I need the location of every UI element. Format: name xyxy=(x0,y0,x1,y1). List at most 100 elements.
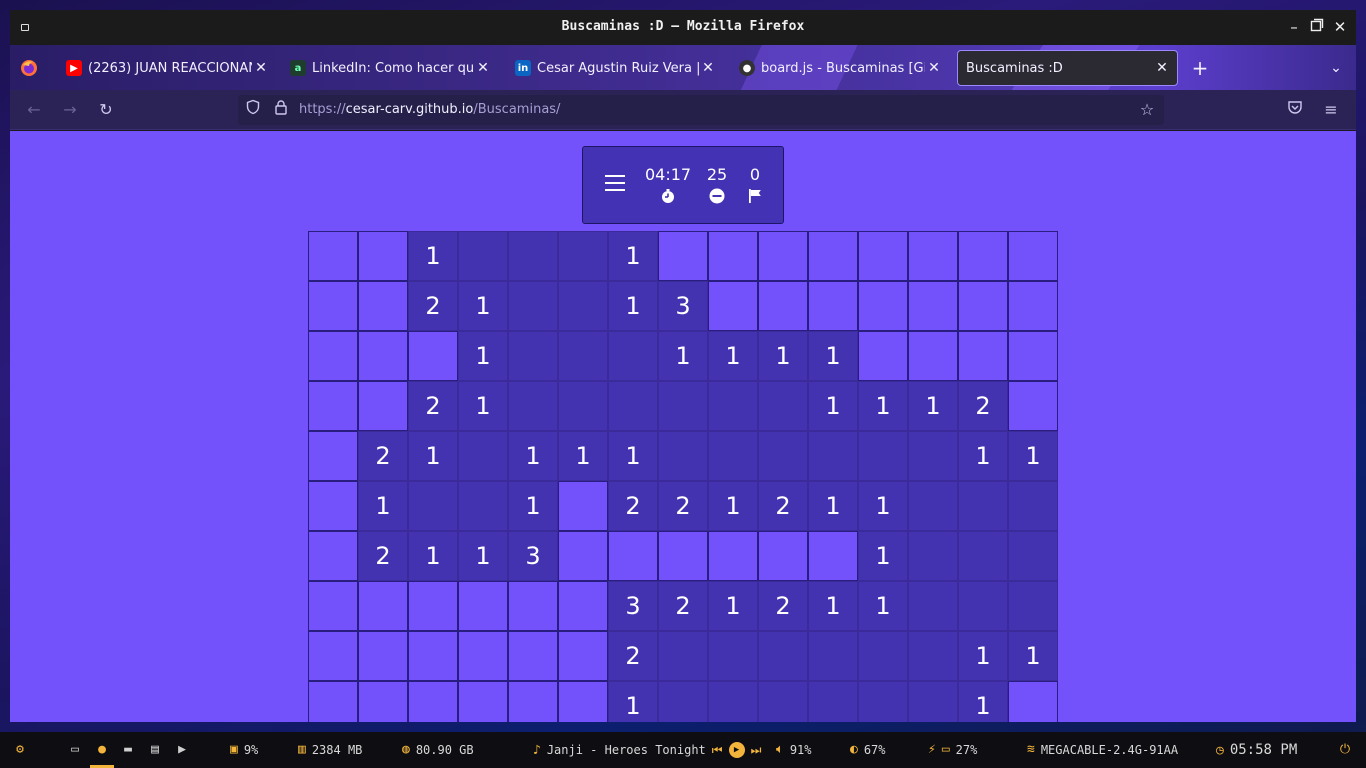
power-icon[interactable]: ⏻ xyxy=(1336,741,1354,759)
previous-track-icon[interactable]: ⏮ xyxy=(712,743,723,758)
board-cell[interactable] xyxy=(308,231,358,281)
board-cell[interactable] xyxy=(508,631,558,681)
video-icon[interactable]: ▶ xyxy=(173,741,191,759)
close-tab-icon[interactable]: ✕ xyxy=(476,60,490,76)
board-cell[interactable] xyxy=(858,331,908,381)
play-icon[interactable]: ▶ xyxy=(728,742,745,758)
board-cell[interactable] xyxy=(558,631,608,681)
board-cell[interactable] xyxy=(908,281,958,331)
volume-status[interactable]: 🔈︎ 91% xyxy=(776,742,812,757)
next-track-icon[interactable]: ⏭ xyxy=(751,743,762,758)
board-cell[interactable] xyxy=(958,281,1008,331)
tab-linkedin-post[interactable]: a LinkedIn: Como hacer que tu p ✕ xyxy=(290,50,490,86)
close-tab-icon[interactable]: ✕ xyxy=(701,60,715,76)
board-cell[interactable] xyxy=(358,631,408,681)
board-cell[interactable] xyxy=(708,281,758,331)
board-cell[interactable] xyxy=(308,431,358,481)
close-window-icon[interactable]: ✕ xyxy=(1330,17,1350,37)
music-player[interactable]: ♪ Janji - Heroes Tonight ⏮ ▶ ⏭ xyxy=(533,742,761,758)
board-cell[interactable] xyxy=(958,231,1008,281)
board-cell[interactable] xyxy=(858,281,908,331)
hamburger-menu-icon[interactable]: ≡ xyxy=(1320,99,1342,121)
board-cell[interactable] xyxy=(808,281,858,331)
board-cell[interactable] xyxy=(308,381,358,431)
board-cell[interactable] xyxy=(308,581,358,631)
close-tab-icon[interactable]: ✕ xyxy=(254,60,268,76)
tab-buscaminas[interactable]: Buscaminas :D ✕ xyxy=(957,50,1178,86)
firefox-menu-icon[interactable] xyxy=(20,50,42,86)
board-cell[interactable] xyxy=(408,631,458,681)
board-cell[interactable] xyxy=(308,681,358,722)
new-tab-icon[interactable]: + xyxy=(1190,50,1210,86)
firefox-icon[interactable]: ● xyxy=(93,741,111,759)
board-cell[interactable] xyxy=(458,631,508,681)
board-cell[interactable] xyxy=(808,231,858,281)
folder-icon[interactable]: ▬ xyxy=(119,741,137,759)
list-tabs-icon[interactable]: ⌄ xyxy=(1326,50,1346,86)
board-cell[interactable] xyxy=(308,281,358,331)
brightness-status[interactable]: ◐ 67% xyxy=(850,742,886,757)
board-cell[interactable] xyxy=(358,681,408,722)
board-cell[interactable] xyxy=(408,331,458,381)
pocket-icon[interactable] xyxy=(1284,99,1306,121)
url-bar[interactable]: https://cesar-carv.github.io/Buscaminas/… xyxy=(238,95,1164,125)
board-cell[interactable] xyxy=(558,531,608,581)
reload-icon[interactable]: ↻ xyxy=(95,99,117,121)
board-cell[interactable] xyxy=(558,581,608,631)
board-cell: 2 xyxy=(758,581,808,631)
board-cell[interactable] xyxy=(408,681,458,722)
board-cell[interactable] xyxy=(1008,681,1058,722)
board-cell[interactable] xyxy=(358,381,408,431)
board-cell[interactable] xyxy=(808,531,858,581)
board-cell[interactable] xyxy=(508,681,558,722)
board-cell[interactable] xyxy=(1008,381,1058,431)
tab-linkedin-profile[interactable]: in Cesar Agustin Ruiz Vera | Link ✕ xyxy=(515,50,715,86)
board-cell[interactable] xyxy=(458,681,508,722)
board-cell[interactable] xyxy=(658,531,708,581)
board-cell[interactable] xyxy=(758,231,808,281)
bookmark-star-icon[interactable]: ☆ xyxy=(1136,99,1158,121)
board-cell[interactable] xyxy=(308,631,358,681)
board-cell[interactable] xyxy=(958,331,1008,381)
board-cell[interactable] xyxy=(308,481,358,531)
board-cell[interactable] xyxy=(558,681,608,722)
menu-icon[interactable] xyxy=(605,175,625,196)
board-cell[interactable] xyxy=(858,231,908,281)
back-icon[interactable]: ← xyxy=(23,99,45,121)
close-tab-icon[interactable]: ✕ xyxy=(927,60,941,76)
board-cell[interactable] xyxy=(1008,331,1058,381)
board-cell[interactable] xyxy=(758,281,808,331)
board-cell[interactable] xyxy=(458,581,508,631)
board-cell[interactable] xyxy=(708,231,758,281)
terminal-icon[interactable]: ▭ xyxy=(66,741,84,759)
tab-github[interactable]: ● board.js - Buscaminas [GitHub ✕ xyxy=(739,50,941,86)
board-cell[interactable] xyxy=(308,331,358,381)
gear-icon[interactable]: ⚙ xyxy=(11,741,29,759)
board-cell[interactable] xyxy=(608,531,658,581)
board-cell[interactable] xyxy=(1008,281,1058,331)
close-tab-icon[interactable]: ✕ xyxy=(1155,60,1169,76)
tab-youtube[interactable]: ▶ (2263) JUAN REACCIONANDO A ✕ xyxy=(66,50,268,86)
board-cell[interactable] xyxy=(1008,231,1058,281)
board-cell[interactable] xyxy=(758,531,808,581)
lock-icon[interactable] xyxy=(270,99,292,121)
shield-icon[interactable] xyxy=(242,99,264,121)
board-cell[interactable] xyxy=(358,231,408,281)
url-text[interactable]: https://cesar-carv.github.io/Buscaminas/ xyxy=(299,102,560,117)
board-cell[interactable] xyxy=(708,531,758,581)
maximize-icon[interactable] xyxy=(1307,17,1327,37)
board-cell[interactable] xyxy=(408,581,458,631)
minimize-icon[interactable]: – xyxy=(1284,17,1304,37)
forward-icon[interactable]: → xyxy=(59,99,81,121)
board-cell[interactable] xyxy=(358,331,408,381)
board-cell[interactable] xyxy=(358,581,408,631)
board-cell[interactable] xyxy=(508,581,558,631)
board-cell[interactable] xyxy=(658,231,708,281)
wifi-status[interactable]: ≋ MEGACABLE-2.4G-91AA xyxy=(1027,742,1178,757)
board-cell[interactable] xyxy=(358,281,408,331)
board-cell[interactable] xyxy=(908,231,958,281)
board-cell[interactable] xyxy=(308,531,358,581)
board-cell[interactable] xyxy=(558,481,608,531)
document-icon[interactable]: ▤ xyxy=(146,741,164,759)
board-cell[interactable] xyxy=(908,331,958,381)
